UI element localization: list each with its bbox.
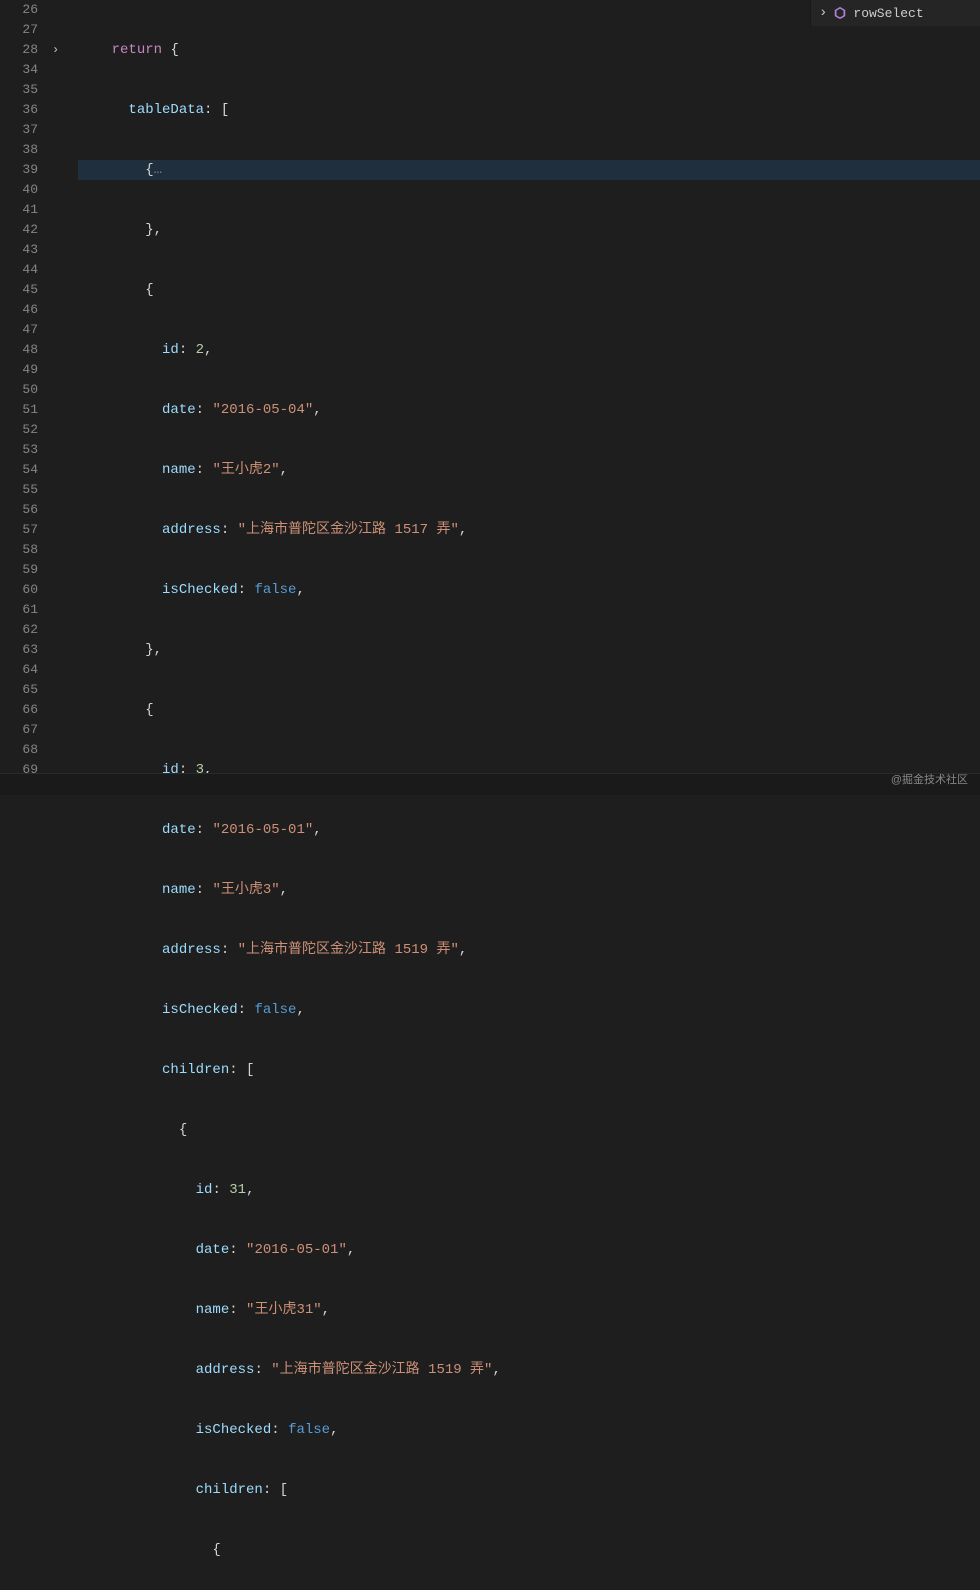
line-number: 61 xyxy=(0,600,38,620)
line-number: 54 xyxy=(0,460,38,480)
line-number: 65 xyxy=(0,680,38,700)
line-number: 46 xyxy=(0,300,38,320)
code-line: date: "2016-05-04", xyxy=(78,400,980,420)
code-line: isChecked: false, xyxy=(78,1420,980,1440)
code-line: }, xyxy=(78,220,980,240)
line-number: 60 xyxy=(0,580,38,600)
editor-container: 26 27 28 34 35 36 37 38 39 40 41 42 43 4… xyxy=(0,0,980,795)
line-number: 58 xyxy=(0,540,38,560)
code-line: { xyxy=(78,700,980,720)
line-number: 62 xyxy=(0,620,38,640)
line-number: 38 xyxy=(0,140,38,160)
outline-panel[interactable]: › rowSelect xyxy=(810,0,980,26)
code-line: }, xyxy=(78,640,980,660)
line-number: 42 xyxy=(0,220,38,240)
code-line: isChecked: false, xyxy=(78,1000,980,1020)
line-number: 50 xyxy=(0,380,38,400)
line-number: 67 xyxy=(0,720,38,740)
line-number: 51 xyxy=(0,400,38,420)
line-number: 48 xyxy=(0,340,38,360)
line-number: 40 xyxy=(0,180,38,200)
watermark: @掘金技术社区 xyxy=(891,771,968,787)
code-line: name: "王小虎31", xyxy=(78,1300,980,1320)
line-number: 53 xyxy=(0,440,38,460)
code-line: address: "上海市普陀区金沙江路 1519 弄", xyxy=(78,940,980,960)
code-line: tableData: [ xyxy=(78,100,980,120)
chevron-right-icon[interactable]: › xyxy=(819,5,827,21)
code-area[interactable]: return { tableData: [ {… }, { id: 2, dat… xyxy=(70,0,980,795)
line-number: 37 xyxy=(0,120,38,140)
code-line: address: "上海市普陀区金沙江路 1519 弄", xyxy=(78,1360,980,1380)
code-line: { xyxy=(78,1540,980,1560)
line-number: 68 xyxy=(0,740,38,760)
line-number: 39 xyxy=(0,160,38,180)
line-number-gutter: 26 27 28 34 35 36 37 38 39 40 41 42 43 4… xyxy=(0,0,50,795)
line-number: 26 xyxy=(0,0,38,20)
code-line: { xyxy=(78,280,980,300)
code-line: name: "王小虎3", xyxy=(78,880,980,900)
line-number: 36 xyxy=(0,100,38,120)
line-number: 49 xyxy=(0,360,38,380)
line-number: 52 xyxy=(0,420,38,440)
code-line: address: "上海市普陀区金沙江路 1517 弄", xyxy=(78,520,980,540)
line-number: 45 xyxy=(0,280,38,300)
line-number: 63 xyxy=(0,640,38,660)
line-number: 34 xyxy=(0,60,38,80)
code-line: date: "2016-05-01", xyxy=(78,1240,980,1260)
line-number: 47 xyxy=(0,320,38,340)
line-number: 27 xyxy=(0,20,38,40)
bottom-bar xyxy=(0,773,980,795)
line-number: 66 xyxy=(0,700,38,720)
code-line-folded[interactable]: {… xyxy=(78,160,980,180)
line-number: 28 xyxy=(0,40,38,60)
line-number: 35 xyxy=(0,80,38,100)
chevron-right-icon[interactable]: › xyxy=(52,40,59,60)
method-icon xyxy=(833,6,847,20)
line-number: 44 xyxy=(0,260,38,280)
code-line: { xyxy=(78,1120,980,1140)
code-line: id: 2, xyxy=(78,340,980,360)
code-line: return { xyxy=(78,40,980,60)
line-number: 41 xyxy=(0,200,38,220)
code-line: children: [ xyxy=(78,1060,980,1080)
code-line: date: "2016-05-01", xyxy=(78,820,980,840)
line-number: 57 xyxy=(0,520,38,540)
code-line: isChecked: false, xyxy=(78,580,980,600)
line-number: 55 xyxy=(0,480,38,500)
line-number: 43 xyxy=(0,240,38,260)
line-number: 64 xyxy=(0,660,38,680)
outline-label: rowSelect xyxy=(853,6,923,21)
code-line: children: [ xyxy=(78,1480,980,1500)
line-number: 56 xyxy=(0,500,38,520)
code-line: id: 31, xyxy=(78,1180,980,1200)
code-line: name: "王小虎2", xyxy=(78,460,980,480)
fold-column: › xyxy=(50,0,70,795)
line-number: 59 xyxy=(0,560,38,580)
